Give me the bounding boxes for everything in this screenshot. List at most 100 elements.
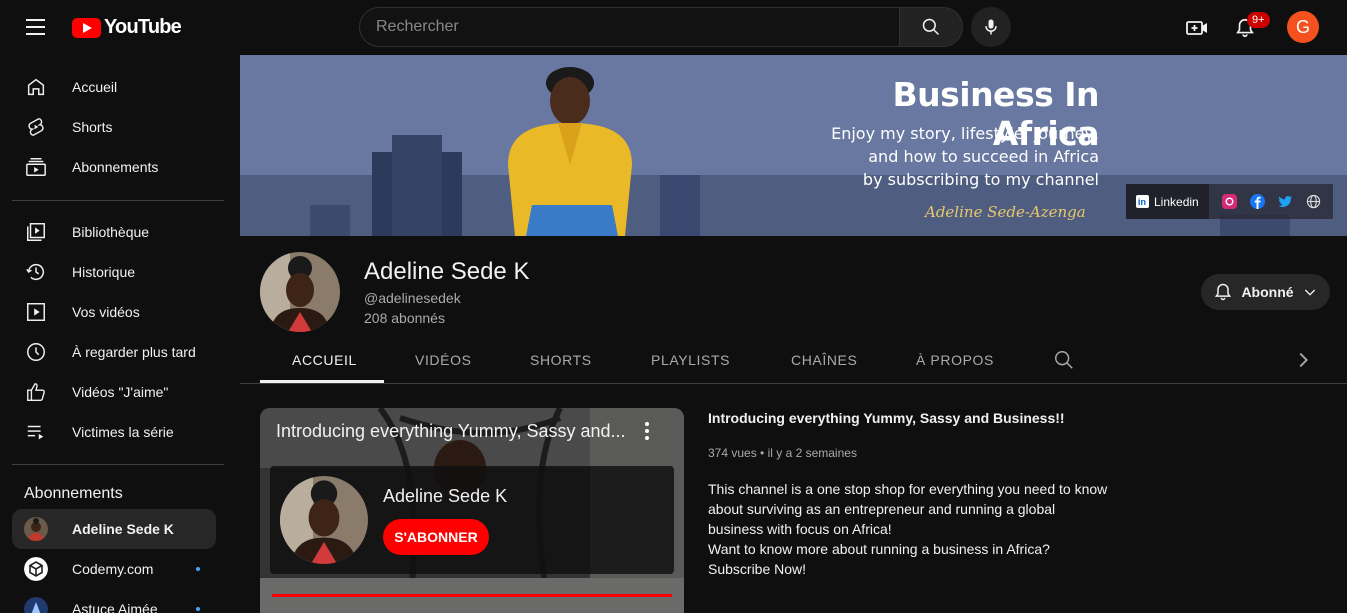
tab-about[interactable]: À PROPOS [916, 337, 994, 383]
tab-shorts[interactable]: SHORTS [530, 337, 592, 383]
banner-subtitle-line: and how to succeed in Africa [868, 147, 1099, 166]
featured-video-meta: 374 vues • il y a 2 semaines [708, 446, 857, 460]
account-avatar[interactable]: G [1287, 11, 1319, 43]
more-options-icon[interactable] [640, 420, 654, 442]
search-button[interactable] [899, 7, 963, 47]
channel-banner: Business In Africa Enjoy my story, lifes… [240, 55, 1347, 236]
home-icon [24, 75, 48, 99]
subscription-item-astuce-aimee[interactable]: Astuce Aimée [12, 589, 216, 613]
thumbs-up-icon [24, 380, 48, 404]
youtube-channel-page: YouTube 9+ G Accueil Shorts [0, 0, 1347, 613]
banner-subtitle-line: Enjoy my story, lifestyle, journey, [831, 124, 1099, 143]
subscriptions-section-title: Abonnements [24, 485, 123, 502]
channel-search-button[interactable] [1053, 349, 1075, 371]
sidebar-item-label: Vos vidéos [72, 304, 140, 320]
active-tab-indicator [260, 380, 384, 383]
linkedin-link[interactable]: in Linkedin [1126, 184, 1209, 219]
sidebar-item-label: Victimes la série [72, 424, 174, 440]
featured-video-title[interactable]: Introducing everything Yummy, Sassy and … [708, 410, 1065, 426]
channel-handle: @adelinesedek [364, 290, 461, 306]
subscriptions-icon [24, 155, 48, 179]
your-videos-icon [24, 300, 48, 324]
sidebar-item-label: Bibliothèque [72, 224, 150, 240]
banner-signature: Adeline Sede-Azenga [925, 203, 1086, 221]
channel-name: Adeline Sede K [364, 258, 530, 285]
sidebar-item-history[interactable]: Historique [12, 252, 216, 292]
sidebar-item-playlist[interactable]: Victimes la série [12, 412, 216, 452]
search-icon [1055, 351, 1073, 369]
sidebar-item-library[interactable]: Bibliothèque [12, 212, 216, 252]
channel-avatar [24, 597, 48, 613]
chevron-right-icon [1299, 352, 1308, 368]
microphone-icon [985, 19, 997, 35]
twitter-icon[interactable] [1278, 194, 1293, 209]
sidebar-item-home[interactable]: Accueil [12, 67, 216, 107]
facebook-icon[interactable] [1249, 194, 1265, 209]
menu-icon[interactable] [18, 13, 54, 41]
sidebar-item-label: Codemy.com [72, 561, 154, 577]
instagram-icon[interactable] [1221, 194, 1237, 209]
end-card: Adeline Sede K S'ABONNER [270, 466, 674, 574]
youtube-logo[interactable]: YouTube [72, 16, 182, 39]
description-line: This channel is a one stop shop for ever… [708, 481, 1108, 497]
channel-avatar-large [260, 252, 340, 332]
playlist-icon [24, 420, 48, 444]
featured-video-description: This channel is a one stop shop for ever… [708, 479, 1118, 579]
end-card-avatar[interactable] [280, 476, 368, 564]
sidebar-item-liked-videos[interactable]: Vidéos "J'aime" [12, 372, 216, 412]
notifications-button[interactable]: 9+ [1225, 8, 1270, 48]
search-bar [359, 7, 963, 47]
subscribed-button[interactable]: Abonné [1201, 274, 1330, 310]
create-button[interactable] [1177, 8, 1217, 48]
history-icon [24, 260, 48, 284]
sidebar-item-subscriptions[interactable]: Abonnements [12, 147, 216, 187]
banner-subtitle-line: by subscribing to my channel [862, 170, 1099, 189]
tab-playlists[interactable]: PLAYLISTS [651, 337, 730, 383]
end-card-subscribe-button[interactable]: S'ABONNER [383, 519, 489, 555]
sidebar-item-label: Shorts [72, 119, 113, 135]
search-icon [922, 18, 940, 36]
video-progress-bar[interactable] [272, 594, 672, 597]
linkedin-label: Linkedin [1154, 194, 1199, 209]
sidebar-item-label: Historique [72, 264, 136, 280]
tab-home[interactable]: ACCUEIL [292, 337, 357, 383]
sidebar-divider [12, 200, 224, 201]
website-globe-icon[interactable] [1306, 194, 1321, 209]
linkedin-icon: in [1136, 195, 1149, 208]
sidebar-item-shorts[interactable]: Shorts [12, 107, 216, 147]
tab-channels[interactable]: CHAÎNES [791, 337, 857, 383]
logo-text: YouTube [104, 16, 182, 38]
video-add-icon [1186, 21, 1207, 35]
voice-search-button[interactable] [971, 7, 1011, 47]
description-line: Subscribe Now! [708, 561, 807, 577]
sidebar-item-label: Adeline Sede K [72, 521, 174, 537]
sidebar-item-your-videos[interactable]: Vos vidéos [12, 292, 216, 332]
tabs-scroll-right-button[interactable] [1292, 349, 1314, 371]
sidebar-item-watch-later[interactable]: À regarder plus tard [12, 332, 216, 372]
sidebar-item-label: Vidéos "J'aime" [72, 384, 169, 400]
sidebar-item-label: Accueil [72, 79, 118, 95]
channel-tabs: ACCUEIL VIDÉOS SHORTS PLAYLISTS CHAÎNES … [240, 337, 1347, 384]
player-title[interactable]: Introducing everything Yummy, Sassy and.… [276, 421, 626, 442]
channel-avatar [24, 517, 48, 541]
sidebar: Accueil Shorts Abonnements Bibliothèque … [0, 55, 228, 613]
search-input[interactable] [359, 7, 899, 47]
description-line: about surviving as an entrepreneur and r… [708, 501, 1056, 517]
subscription-item-adeline-sede-k[interactable]: Adeline Sede K [12, 509, 216, 549]
banner-links: in Linkedin [1126, 184, 1333, 219]
sidebar-item-label: Abonnements [72, 159, 159, 175]
channel-avatar [24, 557, 48, 581]
banner-subtitle: Enjoy my story, lifestyle, journey, and … [800, 122, 1099, 191]
tab-videos[interactable]: VIDÉOS [415, 337, 472, 383]
sidebar-divider [12, 464, 224, 465]
notification-badge: 9+ [1247, 12, 1270, 28]
end-card-channel-name[interactable]: Adeline Sede K [383, 486, 507, 507]
youtube-play-icon [72, 17, 101, 38]
top-bar: YouTube 9+ G [0, 0, 1347, 55]
new-content-dot [196, 607, 200, 611]
featured-video-player[interactable]: Introducing everything Yummy, Sassy and.… [260, 408, 684, 613]
subscription-item-codemy[interactable]: Codemy.com [12, 549, 216, 589]
library-icon [24, 220, 48, 244]
new-content-dot [196, 567, 200, 571]
subscribed-label: Abonné [1241, 284, 1294, 300]
